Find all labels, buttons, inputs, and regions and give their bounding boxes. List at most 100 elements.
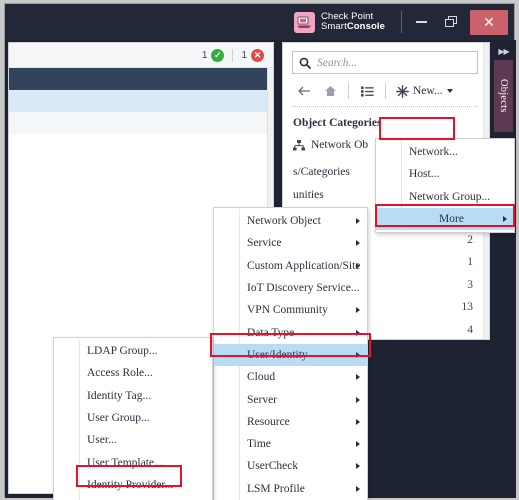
menu-item-label: LDAP Group... bbox=[87, 345, 158, 358]
sidebar-item-label: Objects bbox=[498, 79, 509, 113]
menu-item-label: Network... bbox=[409, 146, 458, 159]
table-row[interactable] bbox=[9, 134, 268, 156]
submenu-arrow-icon bbox=[356, 374, 360, 381]
network-object-icon bbox=[293, 139, 305, 150]
menu-item-label: Network Group... bbox=[409, 190, 491, 203]
category-network-objects[interactable]: Network Ob bbox=[293, 139, 368, 151]
sidebar-item-objects[interactable]: Objects bbox=[494, 60, 513, 132]
menu-item-ldap-account-unit[interactable]: LDAP Account Unit... bbox=[54, 496, 212, 500]
app-body: 1 ✓ 1 ✕ Search... New... Object Categori… bbox=[5, 40, 516, 500]
menu-item-identity-tag[interactable]: Identity Tag... bbox=[54, 385, 212, 407]
checkpoint-logo-icon bbox=[293, 11, 315, 33]
menu-item-time[interactable]: Time bbox=[214, 433, 367, 455]
toolbar-divider bbox=[348, 83, 349, 99]
menu-item-identity-provider[interactable]: Identity Provider... bbox=[54, 474, 212, 496]
menu-item-ldap-group[interactable]: LDAP Group... bbox=[54, 340, 212, 362]
menu-item-access-role[interactable]: Access Role... bbox=[54, 362, 212, 384]
submenu-arrow-icon bbox=[356, 485, 360, 492]
menu-item-usercheck[interactable]: UserCheck bbox=[214, 455, 367, 477]
menu-item-label: User... bbox=[87, 434, 117, 447]
menu-item-iot-discovery-service[interactable]: IoT Discovery Service... bbox=[214, 277, 367, 299]
menu-item-label: Data Type bbox=[247, 326, 295, 339]
menu-item-service[interactable]: Service bbox=[214, 232, 367, 254]
home-button[interactable] bbox=[318, 80, 342, 102]
submenu-arrow-icon bbox=[356, 396, 360, 403]
submenu-arrow-icon bbox=[356, 418, 360, 425]
minimize-icon bbox=[415, 21, 427, 23]
menu-item-user-identity[interactable]: User/Identity bbox=[214, 343, 367, 367]
search-placeholder: Search... bbox=[317, 56, 358, 69]
check-circle-icon: ✓ bbox=[211, 48, 225, 62]
count-label: s/Categories bbox=[293, 166, 350, 179]
status-error-count: 1 bbox=[241, 49, 247, 61]
menu-item-label: Custom Application/Site bbox=[247, 259, 361, 272]
menu-item-server[interactable]: Server bbox=[214, 388, 367, 410]
menu-item-label: Access Role... bbox=[87, 367, 153, 380]
menu-item-host[interactable]: Host... bbox=[376, 163, 514, 185]
menu-item-label: Network Object bbox=[247, 215, 321, 228]
menu-item-custom-application-site[interactable]: Custom Application/Site bbox=[214, 255, 367, 277]
back-button[interactable] bbox=[292, 80, 316, 102]
menu-item-cloud[interactable]: Cloud bbox=[214, 366, 367, 388]
titlebar-divider bbox=[401, 11, 402, 33]
table-row[interactable] bbox=[9, 112, 268, 134]
count-value: 3 bbox=[467, 278, 473, 291]
new-object-dropdown-menu: Network... Host... Network Group... More bbox=[375, 138, 515, 234]
more-submenu: Network Object Service Custom Applicatio… bbox=[213, 207, 368, 500]
error-circle-icon: ✕ bbox=[251, 48, 264, 62]
new-star-icon bbox=[396, 84, 409, 98]
title-bar: Check Point SmartConsole ✕ bbox=[5, 4, 514, 40]
menu-item-label: User Group... bbox=[87, 412, 150, 425]
menu-item-label: VPN Community bbox=[247, 304, 328, 317]
menu-item-user-group[interactable]: User Group... bbox=[54, 407, 212, 429]
menu-item-label: IoT Discovery Service... bbox=[247, 282, 360, 295]
expand-panel-icon[interactable]: ▶▶ bbox=[494, 44, 513, 58]
search-icon bbox=[299, 57, 311, 69]
menu-item-vpn-community[interactable]: VPN Community bbox=[214, 299, 367, 321]
submenu-arrow-icon bbox=[356, 441, 360, 448]
search-input[interactable]: Search... bbox=[292, 51, 478, 74]
menu-item-label: User Template... bbox=[87, 456, 163, 469]
menu-item-resource[interactable]: Resource bbox=[214, 411, 367, 433]
user-identity-submenu: LDAP Group... Access Role... Identity Ta… bbox=[53, 337, 213, 500]
close-button[interactable]: ✕ bbox=[470, 9, 508, 35]
application-window: Check Point SmartConsole ✕ 1 ✓ 1 ✕ Searc… bbox=[4, 3, 516, 500]
menu-item-lsm-profile[interactable]: LSM Profile bbox=[214, 478, 367, 500]
minimize-button[interactable] bbox=[406, 9, 436, 35]
menu-item-user-template[interactable]: User Template... bbox=[54, 451, 212, 473]
submenu-arrow-icon bbox=[356, 240, 360, 247]
menu-item-network-group[interactable]: Network Group... bbox=[376, 186, 514, 208]
count-value: 1 bbox=[467, 256, 473, 269]
restore-button[interactable] bbox=[436, 9, 466, 35]
menu-item-label: UserCheck bbox=[247, 460, 299, 473]
table-row[interactable] bbox=[9, 90, 268, 112]
menu-item-label: Identity Tag... bbox=[87, 389, 152, 402]
count-label: unities bbox=[293, 188, 324, 201]
list-view-icon bbox=[360, 86, 374, 96]
status-divider bbox=[232, 48, 234, 62]
menu-item-label: User/Identity bbox=[247, 348, 308, 361]
status-ok-count: 1 bbox=[201, 49, 208, 61]
menu-item-data-type[interactable]: Data Type bbox=[214, 321, 367, 343]
submenu-arrow-icon bbox=[356, 307, 360, 314]
status-error[interactable]: 1 ✕ bbox=[241, 48, 264, 62]
toolbar-divider bbox=[385, 83, 386, 99]
list-view-button[interactable] bbox=[355, 80, 379, 102]
menu-item-label: Resource bbox=[247, 415, 290, 428]
menu-item-network-object[interactable]: Network Object bbox=[214, 210, 367, 232]
new-object-button[interactable]: New... bbox=[392, 80, 459, 102]
back-arrow-icon bbox=[298, 86, 310, 96]
menu-item-network[interactable]: Network... bbox=[376, 141, 514, 163]
brand-text: Check Point SmartConsole bbox=[321, 12, 385, 32]
category-label: Network Ob bbox=[311, 139, 369, 151]
brand-line-2: SmartConsole bbox=[320, 21, 385, 32]
toolbar-separator bbox=[292, 106, 478, 107]
menu-item-label: LSM Profile bbox=[247, 482, 305, 495]
submenu-arrow-icon bbox=[356, 463, 360, 470]
menu-item-user[interactable]: User... bbox=[54, 429, 212, 451]
grid-column-header bbox=[9, 68, 268, 90]
menu-item-more[interactable]: More bbox=[376, 207, 514, 231]
app-brand: Check Point SmartConsole bbox=[293, 11, 385, 33]
menu-item-label: Host... bbox=[409, 168, 440, 181]
status-ok[interactable]: 1 ✓ bbox=[201, 48, 225, 62]
